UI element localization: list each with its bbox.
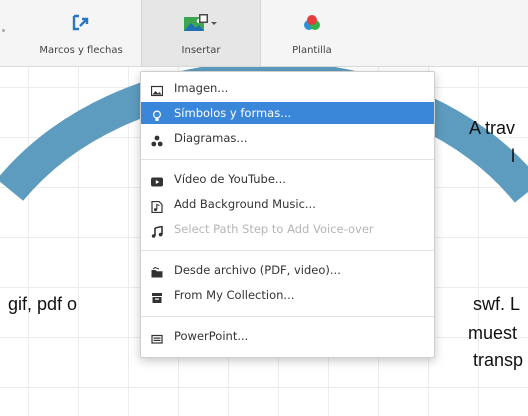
menu-divider bbox=[141, 250, 434, 251]
toolbar-edge-handle bbox=[2, 29, 5, 32]
menu-item-my-collection[interactable]: From My Collection... bbox=[141, 284, 434, 306]
menu-item-desde-archivo[interactable]: Desde archivo (PDF, video)... bbox=[141, 259, 434, 281]
menu-item-imagen[interactable]: Imagen... bbox=[141, 77, 434, 99]
lightbulb-icon bbox=[151, 107, 163, 121]
menu-item-label: Diagramas... bbox=[174, 131, 248, 145]
insert-media-icon bbox=[184, 14, 218, 36]
canvas-text-line: gif, pdf o bbox=[8, 294, 78, 314]
menu-item-label: Desde archivo (PDF, video)... bbox=[174, 263, 341, 277]
frames-arrows-icon bbox=[72, 14, 90, 36]
canvas-text-line: swf. L bbox=[473, 294, 521, 314]
diagram-icon bbox=[151, 132, 163, 147]
marcos-label: Marcos y flechas bbox=[39, 45, 123, 56]
menu-item-background-music[interactable]: Add Background Music... bbox=[141, 193, 434, 215]
menu-item-label: Imagen... bbox=[174, 81, 229, 95]
insert-dropdown-menu: Imagen... Símbolos y formas... Diagramas… bbox=[140, 71, 435, 358]
canvas-text-line: muest bbox=[468, 323, 518, 343]
menu-item-label: Símbolos y formas... bbox=[174, 106, 292, 120]
menu-item-label: Select Path Step to Add Voice-over bbox=[174, 222, 374, 236]
music-file-icon bbox=[151, 198, 163, 214]
insertar-label: Insertar bbox=[181, 45, 221, 56]
plantilla-label: Plantilla bbox=[292, 45, 332, 56]
marcos-y-flechas-button[interactable]: Marcos y flechas bbox=[28, 0, 134, 66]
canvas-text-line: A trav bbox=[469, 118, 516, 138]
menu-item-simbolos-y-formas[interactable]: Símbolos y formas... bbox=[141, 102, 434, 124]
menu-item-video-youtube[interactable]: Vídeo de YouTube... bbox=[141, 168, 434, 190]
menu-item-label: From My Collection... bbox=[174, 288, 295, 302]
menu-item-diagramas[interactable]: Diagramas... bbox=[141, 127, 434, 149]
menu-item-label: Add Background Music... bbox=[174, 197, 316, 211]
image-icon bbox=[150, 82, 164, 97]
powerpoint-icon bbox=[151, 330, 163, 344]
insertar-button[interactable]: Insertar bbox=[141, 0, 261, 66]
menu-divider bbox=[141, 316, 434, 317]
music-note-icon bbox=[151, 223, 163, 238]
menu-item-label: PowerPoint... bbox=[174, 329, 249, 343]
menu-item-voice-over: Select Path Step to Add Voice-over bbox=[141, 218, 434, 240]
toolbar: Marcos y flechas Insertar Plantilla bbox=[0, 0, 528, 67]
canvas-text-line: transp bbox=[473, 350, 524, 370]
menu-divider bbox=[141, 159, 434, 160]
youtube-icon bbox=[151, 173, 163, 187]
menu-item-label: Vídeo de YouTube... bbox=[174, 172, 286, 186]
canvas-text-line: l bbox=[511, 146, 515, 166]
plantilla-button[interactable]: Plantilla bbox=[262, 0, 362, 66]
template-icon bbox=[303, 14, 321, 36]
folder-icon bbox=[151, 264, 163, 278]
menu-item-powerpoint[interactable]: PowerPoint... bbox=[141, 325, 434, 347]
collection-icon bbox=[151, 289, 163, 303]
